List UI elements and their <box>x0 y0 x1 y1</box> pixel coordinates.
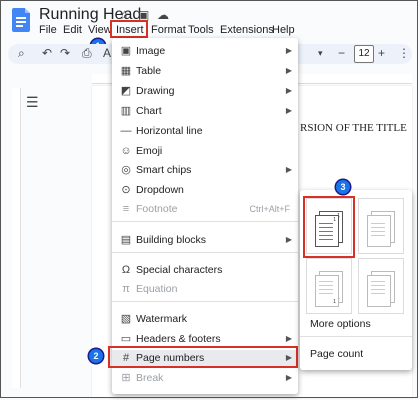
submenu-divider <box>300 336 412 337</box>
insert-menu-item-label: Special characters <box>136 264 223 276</box>
horizontal-line-icon: — <box>120 125 132 137</box>
print-icon[interactable]: ⎙ <box>82 46 92 61</box>
shortcut-hint: Ctrl+Alt+F <box>249 204 290 214</box>
increase-font-icon[interactable]: + <box>378 46 385 60</box>
insert-menu-item-drawing[interactable]: ◩ Drawing ▶ <box>112 83 298 101</box>
document-heading: RSION OF THE TITLE <box>300 122 407 134</box>
insert-menu-item-dropdown[interactable]: ⊙ Dropdown <box>112 182 298 200</box>
page-count-item[interactable]: Page count <box>310 348 363 360</box>
insert-menu-item-footnote: ≡ Footnote Ctrl+Alt+F <box>112 201 298 219</box>
insert-menu-item-label: Building blocks <box>136 234 207 246</box>
page-numbers-highlight-box <box>108 346 298 368</box>
cloud-status-icon: ☁ <box>157 8 169 22</box>
font-size-input[interactable]: 12 <box>354 45 374 63</box>
chart-icon: ▥ <box>120 105 132 117</box>
table-icon: ▦ <box>120 65 132 77</box>
omega-icon: Ω <box>121 264 131 276</box>
insert-menu-item-break: ⊞ Break ▶ <box>112 370 298 388</box>
insert-menu-item-building-blocks[interactable]: ▤ Building blocks ▶ <box>112 232 298 250</box>
insert-menu-item-chart[interactable]: ▥ Chart ▶ <box>112 103 298 121</box>
insert-menu-item-horizontal-line[interactable]: — Horizontal line <box>112 123 298 141</box>
watermark-icon: ▧ <box>120 313 132 325</box>
insert-menu-item-label: Table <box>136 65 162 77</box>
more-tools-icon[interactable]: ⋮ <box>398 46 410 60</box>
menu-tools[interactable]: Tools <box>188 24 214 36</box>
insert-menu-item-label: Smart chips <box>136 164 192 176</box>
step-badge-3: 3 <box>336 180 350 194</box>
menu-help[interactable]: Help <box>272 24 295 36</box>
emoji-icon: ☺ <box>120 145 132 157</box>
insert-menu-item-label: Horizontal line <box>136 125 203 137</box>
menu-edit[interactable]: Edit <box>63 24 82 36</box>
more-options-item[interactable]: More options <box>310 318 371 330</box>
insert-highlight-box <box>110 20 148 38</box>
menu-view[interactable]: View <box>88 24 112 36</box>
submenu-arrow-icon: ▶ <box>285 235 292 244</box>
image-icon: ▣ <box>120 45 132 57</box>
docs-logo-icon[interactable] <box>12 8 30 32</box>
insert-menu-item-label: Dropdown <box>136 184 184 196</box>
insert-menu-item-watermark[interactable]: ▧ Watermark <box>112 311 298 329</box>
submenu-arrow-icon: ▶ <box>285 46 292 55</box>
insert-menu-item-special-characters[interactable]: Ω Special characters <box>112 262 298 280</box>
insert-menu-item-label: Headers & footers <box>136 333 221 345</box>
insert-menu: ▣ Image ▶ ▦ Table ▶ ◩ Drawing ▶ ▥ Chart ▶ — Horizonta… <box>112 38 298 394</box>
insert-menu-item-smart-chips[interactable]: ◎ Smart chips ▶ <box>112 162 298 180</box>
insert-menu-item-label: Equation <box>136 283 178 295</box>
insert-menu-item-table[interactable]: ▦ Table ▶ <box>112 63 298 81</box>
drawing-icon: ◩ <box>120 85 132 97</box>
decrease-font-icon[interactable]: − <box>338 46 345 60</box>
spellcheck-icon[interactable]: A <box>103 46 111 60</box>
submenu-arrow-icon: ▶ <box>285 334 292 343</box>
insert-menu-item-emoji[interactable]: ☺ Emoji <box>112 143 298 161</box>
insert-menu-item-label: Image <box>136 45 166 57</box>
submenu-arrow-icon: ▶ <box>285 373 292 382</box>
undo-icon[interactable]: ↶ <box>42 46 52 60</box>
redo-icon[interactable]: ↷ <box>60 46 70 60</box>
insert-menu-item-label: Watermark <box>136 313 187 325</box>
footnote-icon: ≡ <box>122 203 130 215</box>
insert-menu-item-label: Break <box>136 372 164 384</box>
menu-format[interactable]: Format <box>151 24 186 36</box>
insert-menu-item-image[interactable]: ▣ Image ▶ <box>112 43 298 61</box>
headers-footers-icon: ▭ <box>120 333 132 345</box>
insert-menu-item-label: Chart <box>136 105 162 117</box>
building-blocks-icon: ▤ <box>120 234 132 246</box>
insert-menu-item-equation: π Equation <box>112 281 298 299</box>
break-icon: ⊞ <box>121 372 131 384</box>
smart-chips-icon: ◎ <box>121 164 131 176</box>
submenu-arrow-icon: ▶ <box>285 165 292 174</box>
pi-icon: π <box>122 283 130 295</box>
page-number-option-bottom-right-all[interactable]: 1 1 <box>306 258 352 314</box>
submenu-arrow-icon: ▶ <box>285 66 292 75</box>
page-number-option-highlight-box <box>303 196 355 258</box>
menu-divider <box>112 221 298 222</box>
menu-divider <box>112 252 298 253</box>
submenu-arrow-icon: ▶ <box>285 86 292 95</box>
search-menus-icon[interactable]: ⌕ <box>18 46 25 61</box>
insert-menu-item-label: Footnote <box>136 203 178 215</box>
insert-menu-item-label: Drawing <box>136 85 175 97</box>
dropdown-icon: ⊙ <box>121 184 131 196</box>
document-outline-icon[interactable]: ☰ <box>26 94 39 111</box>
vertical-ruler <box>12 88 21 388</box>
menu-extensions[interactable]: Extensions <box>220 24 274 36</box>
page-number-option-bottom-right-skip-first[interactable] <box>358 258 404 314</box>
insert-menu-item-label: Emoji <box>136 145 163 157</box>
font-dropdown-chevron-icon[interactable]: ▾ <box>318 48 323 59</box>
menu-file[interactable]: File <box>39 24 57 36</box>
submenu-arrow-icon: ▶ <box>285 106 292 115</box>
step-badge-2: 2 <box>89 349 103 363</box>
page-number-option-top-right-skip-first[interactable] <box>358 198 404 254</box>
menu-divider <box>112 301 298 302</box>
